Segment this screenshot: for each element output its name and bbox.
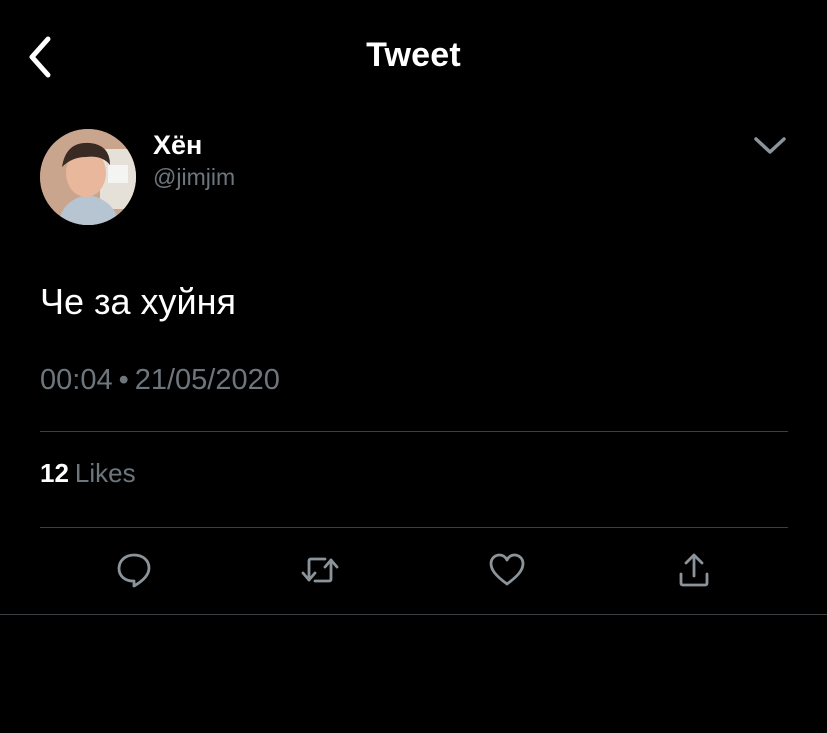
likes-count: 12 xyxy=(40,458,69,488)
divider xyxy=(40,431,788,432)
likes-label: Likes xyxy=(74,458,136,488)
like-button[interactable] xyxy=(485,548,529,592)
tweet-author: Хён @jimjim xyxy=(40,129,790,227)
reply-icon xyxy=(117,553,151,588)
chevron-down-icon xyxy=(754,137,786,154)
tweet-detail-screen: Tweet Хён @jimjim Че за хуйня 00:04 • 21/0… xyxy=(0,0,827,733)
reply-button[interactable] xyxy=(112,548,156,592)
divider xyxy=(40,527,788,528)
tweet-timestamp: 00:04 • 21/05/2020 xyxy=(40,361,280,399)
user-handle[interactable]: @jimjim xyxy=(153,162,235,192)
share-icon xyxy=(679,553,709,587)
divider xyxy=(0,614,827,615)
tweet-text: Че за хуйня xyxy=(40,281,237,322)
display-name[interactable]: Хён xyxy=(153,129,202,161)
timestamp-separator: • xyxy=(118,364,129,396)
top-bar: Tweet xyxy=(0,0,827,112)
more-options-button[interactable] xyxy=(750,131,790,161)
like-icon xyxy=(489,553,525,586)
page-title: Tweet xyxy=(366,36,461,74)
share-button[interactable] xyxy=(672,548,716,592)
profile-photo xyxy=(40,129,136,225)
tweet-date: 21/05/2020 xyxy=(134,364,280,396)
retweet-button[interactable] xyxy=(298,548,342,592)
tweet-time: 00:04 xyxy=(40,364,113,396)
retweet-icon xyxy=(301,557,339,583)
likes-stat[interactable]: 12 Likes xyxy=(40,457,136,489)
avatar[interactable] xyxy=(40,129,136,225)
tweet-actions xyxy=(0,548,827,596)
